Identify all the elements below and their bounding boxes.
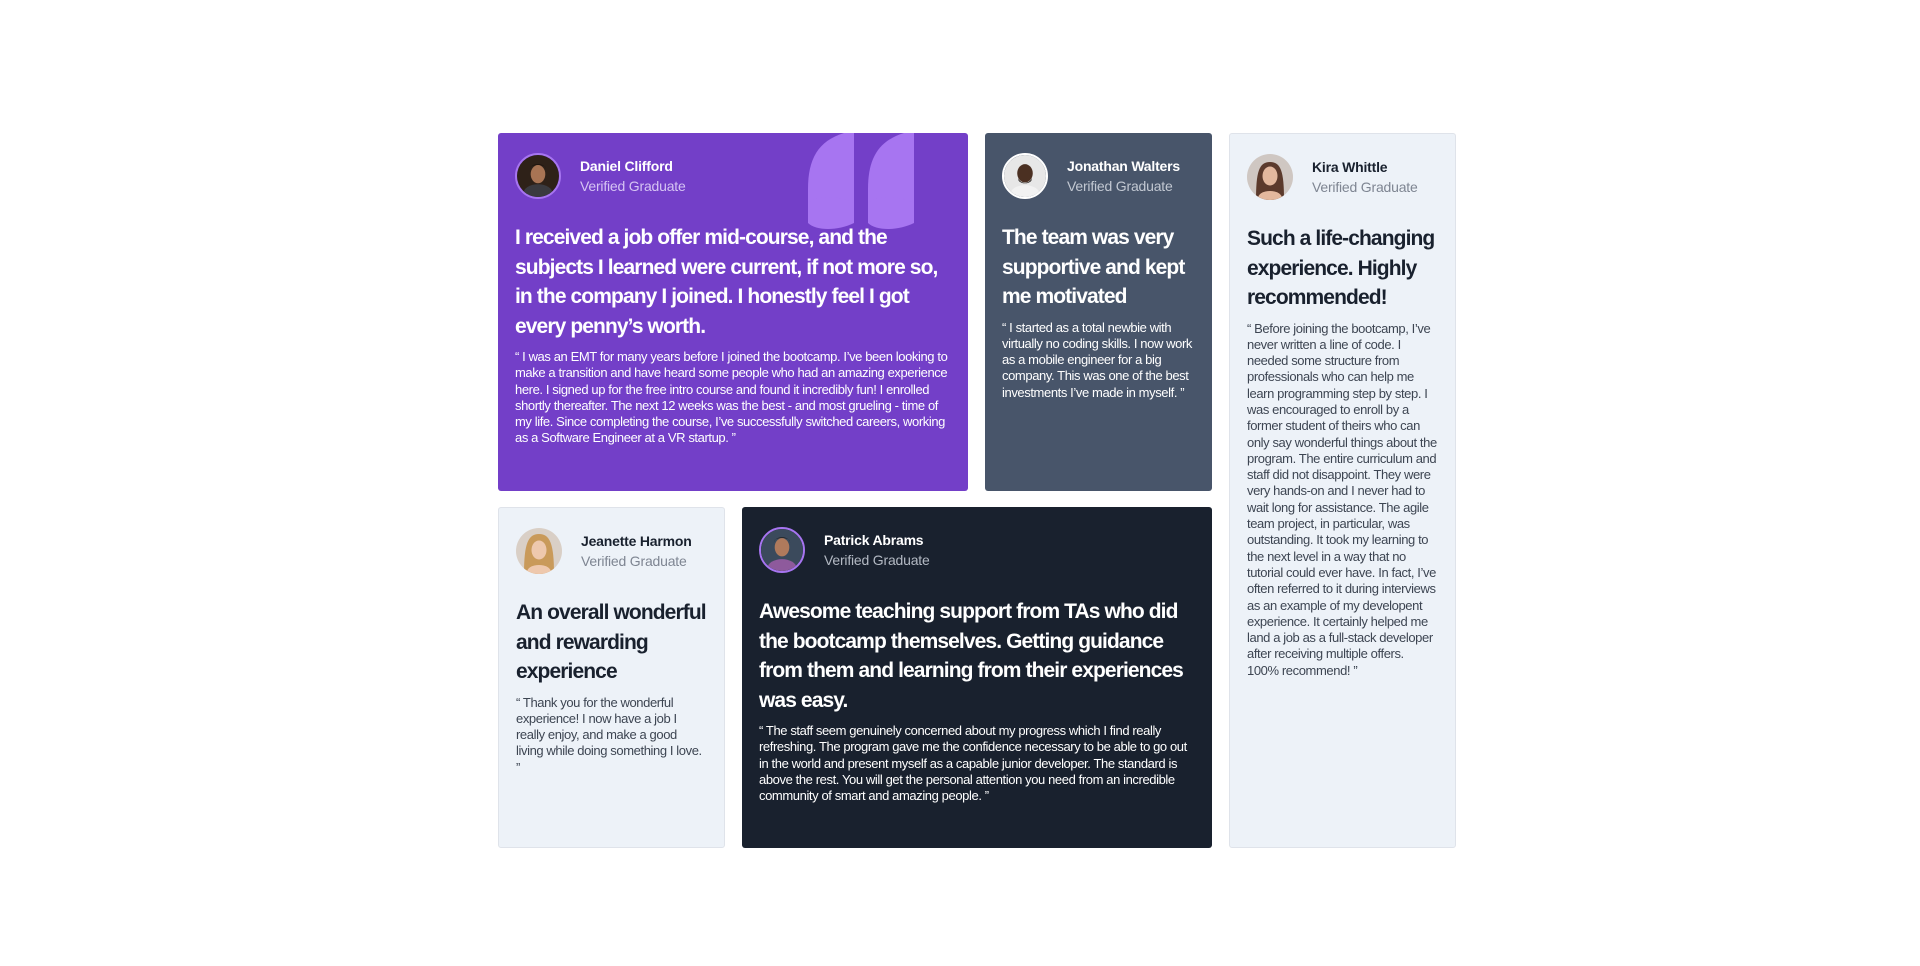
avatar <box>759 527 805 573</box>
author-header: Jonathan Walters Verified Graduate <box>1002 151 1195 201</box>
author-header: Patrick Abrams Verified Graduate <box>759 525 1195 575</box>
testimonial-body: “ I started as a total newbie with virtu… <box>1002 319 1192 400</box>
author-header: Kira Whittle Verified Graduate <box>1247 152 1438 202</box>
testimonial-headline: The team was very supportive and kept me… <box>1002 226 1185 308</box>
testimonial-body: “ The staff seem genuinely concerned abo… <box>759 723 1187 804</box>
avatar <box>1002 153 1048 199</box>
person-portrait-icon <box>761 529 803 571</box>
testimonial-card-jeanette: Jeanette Harmon Verified Graduate An ove… <box>498 507 725 848</box>
avatar <box>516 528 562 574</box>
testimonial-card-kira: Kira Whittle Verified Graduate Such a li… <box>1229 133 1456 848</box>
person-portrait-icon <box>517 155 559 197</box>
author-name: Daniel Clifford <box>580 158 673 174</box>
person-portrait-icon <box>1247 154 1293 200</box>
author-info: Kira Whittle Verified Graduate <box>1312 158 1418 196</box>
testimonial-card-jonathan: Jonathan Walters Verified Graduate The t… <box>985 133 1212 491</box>
person-portrait-icon <box>1004 155 1046 197</box>
author-header: Daniel Clifford Verified Graduate <box>515 151 951 201</box>
avatar <box>515 153 561 199</box>
testimonial-body: “ I was an EMT for many years before I j… <box>515 349 948 446</box>
author-name: Kira Whittle <box>1312 159 1388 175</box>
author-role: Verified Graduate <box>1312 179 1418 195</box>
avatar <box>1247 154 1293 200</box>
testimonial-card-patrick: Patrick Abrams Verified Graduate Awesome… <box>742 507 1212 848</box>
testimonial-headline: I received a job offer mid-course, and t… <box>515 226 938 338</box>
person-portrait-icon <box>516 528 562 574</box>
author-info: Patrick Abrams Verified Graduate <box>824 531 930 569</box>
author-name: Jonathan Walters <box>1067 158 1180 174</box>
author-role: Verified Graduate <box>1067 178 1173 194</box>
testimonial-body: “ Thank you for the wonderful experience… <box>516 694 702 775</box>
author-header: Jeanette Harmon Verified Graduate <box>516 526 707 576</box>
testimonial-body: “ Before joining the bootcamp, I’ve neve… <box>1247 320 1437 678</box>
author-info: Daniel Clifford Verified Graduate <box>580 157 686 195</box>
testimonial-headline: Awesome teaching support from TAs who di… <box>759 600 1184 712</box>
testimonial-headline: Such a life-changing experience. Highly … <box>1247 227 1435 309</box>
author-name: Jeanette Harmon <box>581 533 692 549</box>
author-info: Jeanette Harmon Verified Graduate <box>581 532 692 570</box>
author-role: Verified Graduate <box>581 553 687 569</box>
author-name: Patrick Abrams <box>824 532 924 548</box>
author-role: Verified Graduate <box>580 178 686 194</box>
author-role: Verified Graduate <box>824 552 930 568</box>
author-info: Jonathan Walters Verified Graduate <box>1067 157 1180 195</box>
testimonial-card-daniel: Daniel Clifford Verified Graduate I rece… <box>498 133 968 491</box>
testimonials-grid: Daniel Clifford Verified Graduate I rece… <box>0 0 1920 966</box>
testimonial-headline: An overall wonderful and rewarding exper… <box>516 601 707 683</box>
